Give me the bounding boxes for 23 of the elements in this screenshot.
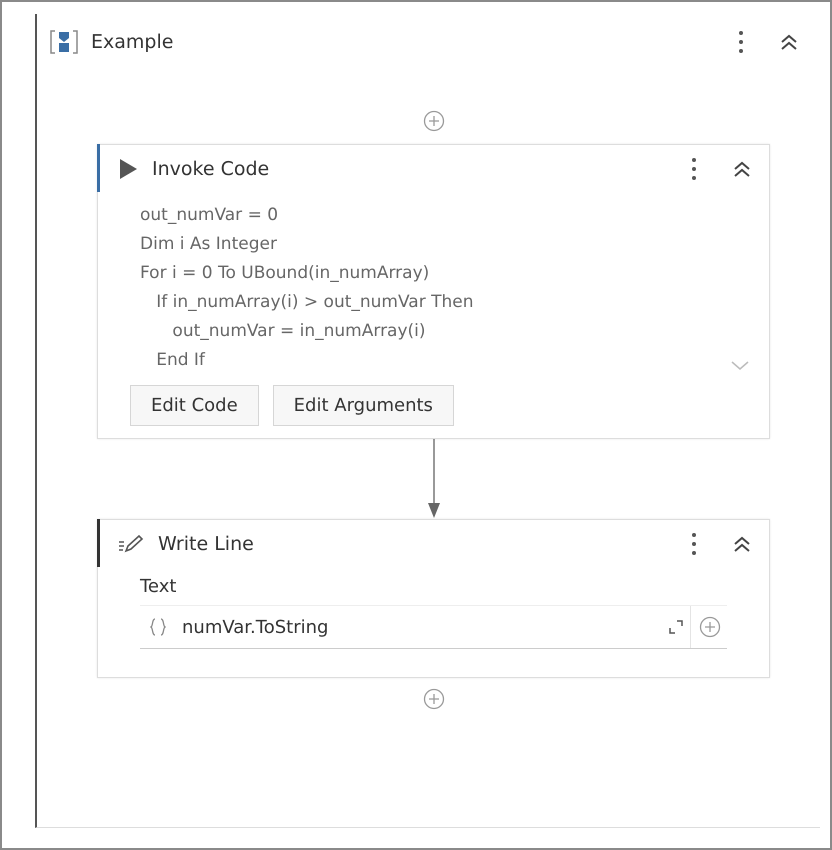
edit-button[interactable]: Edit Arguments xyxy=(272,385,454,426)
code-text: out_numVar = 0 Dim i As Integer For i = 0 To UBound(in_numArray) If in_numArray(i) > out_numVar Then out_numVar = in_numArray(i) End If xyxy=(139,204,475,372)
pencil-icon xyxy=(118,534,144,554)
braces-icon xyxy=(150,618,166,636)
edit-button[interactable]: Edit Code xyxy=(130,385,259,426)
sequence-title: Example xyxy=(91,31,174,53)
activity-title: Write Line xyxy=(158,533,255,555)
more-options-icon[interactable] xyxy=(691,532,697,556)
add-icon[interactable] xyxy=(422,688,444,710)
sequence-icon xyxy=(49,29,79,55)
expand-icon[interactable] xyxy=(668,619,684,635)
more-options-icon[interactable] xyxy=(738,30,744,54)
field-value: numVar.ToString xyxy=(182,616,330,638)
add-icon[interactable] xyxy=(699,616,721,638)
text-field[interactable]: numVar.ToString xyxy=(140,605,727,649)
collapse-icon[interactable] xyxy=(733,161,751,177)
activity-title: Invoke Code xyxy=(152,158,270,180)
collapse-icon[interactable] xyxy=(733,536,751,552)
add-icon[interactable] xyxy=(422,110,444,132)
more-options-icon[interactable] xyxy=(691,157,697,181)
play-icon xyxy=(118,158,138,180)
field-label: Text xyxy=(139,575,178,599)
collapse-icon[interactable] xyxy=(780,34,798,50)
